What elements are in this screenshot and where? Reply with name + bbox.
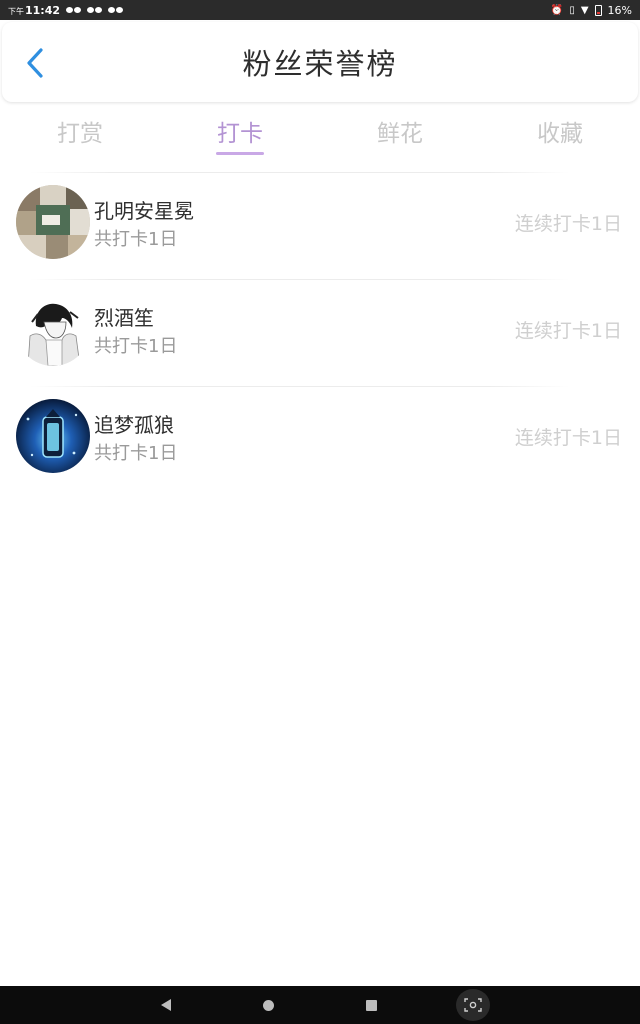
user-name: 孔明安星冕 [94, 199, 194, 223]
nav-back-icon[interactable] [160, 998, 172, 1012]
status-right: ⏰ ▯ ▼ 16% [551, 4, 632, 17]
avatar-image [16, 185, 90, 259]
wifi-icon: ▼ [580, 4, 589, 16]
user-name: 追梦孤狼 [94, 413, 174, 437]
wechat-icon [87, 7, 103, 13]
avatar[interactable] [16, 292, 90, 366]
header: 粉丝荣誉榜 [2, 22, 638, 102]
time-prefix: 下午 [8, 6, 24, 16]
tab-label: 打赏 [57, 121, 103, 147]
tab-active-indicator [216, 152, 264, 155]
wechat-icon [108, 7, 124, 13]
back-button[interactable] [20, 46, 50, 80]
vibrate-icon: ▯ [569, 4, 575, 16]
tab-label: 收藏 [537, 121, 583, 147]
avatar-image [16, 292, 90, 366]
tab-bar: 打赏 打卡 鲜花 收藏 [0, 110, 640, 158]
tab-label: 鲜花 [377, 121, 423, 147]
fan-list: 孔明安星冕 共打卡1日 连续打卡1日 烈酒笙 共打卡1日 连续打卡1日 追梦孤狼… [0, 172, 640, 493]
checkin-streak: 连续打卡1日 [514, 213, 622, 235]
screenshot-icon [464, 998, 482, 1012]
status-left: 下午11:42 [8, 4, 124, 17]
checkin-streak: 连续打卡1日 [514, 320, 622, 342]
avatar-image [16, 399, 90, 473]
wechat-icon [66, 7, 82, 13]
alarm-icon: ⏰ [550, 4, 564, 16]
battery-icon [594, 4, 602, 16]
list-item[interactable]: 追梦孤狼 共打卡1日 连续打卡1日 [0, 387, 640, 493]
checkin-streak: 连续打卡1日 [514, 427, 622, 449]
list-item[interactable]: 烈酒笙 共打卡1日 连续打卡1日 [0, 280, 640, 386]
total-checkin-count: 共打卡1日 [94, 336, 178, 357]
tab-flowers[interactable]: 鲜花 [320, 110, 480, 158]
nav-home-icon[interactable] [263, 1000, 274, 1011]
system-nav-bar [0, 986, 640, 1024]
avatar[interactable] [16, 185, 90, 259]
status-bar: 下午11:42 ⏰ ▯ ▼ 16% [0, 0, 640, 20]
total-checkin-count: 共打卡1日 [94, 443, 178, 464]
tab-reward[interactable]: 打赏 [0, 110, 160, 158]
tab-checkin[interactable]: 打卡 [160, 110, 320, 158]
avatar[interactable] [16, 399, 90, 473]
list-item[interactable]: 孔明安星冕 共打卡1日 连续打卡1日 [0, 173, 640, 279]
tab-favorites[interactable]: 收藏 [480, 110, 640, 158]
tab-label: 打卡 [217, 121, 263, 147]
screen: 下午11:42 ⏰ ▯ ▼ 16% 粉丝荣誉榜 打赏 打卡 鲜花 收藏 孔明安星… [0, 0, 640, 1024]
time-value: 11:42 [25, 3, 61, 17]
total-checkin-count: 共打卡1日 [94, 229, 178, 250]
chevron-left-icon [27, 48, 43, 78]
nav-recents-icon[interactable] [366, 1000, 377, 1011]
user-name: 烈酒笙 [94, 306, 154, 330]
battery-percent: 16% [607, 3, 632, 17]
status-time: 下午11:42 [8, 4, 60, 17]
screenshot-button[interactable] [456, 989, 490, 1021]
page-title: 粉丝荣誉榜 [242, 47, 398, 81]
